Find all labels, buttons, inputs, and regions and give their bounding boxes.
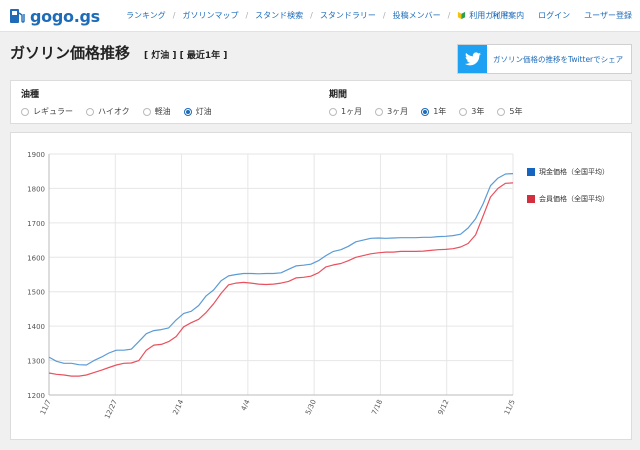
main-nav: ランキング / ガソリンマップ / スタンド検索 / スタンドラリー / 投稿メ…	[126, 10, 509, 21]
page-subtitle: [ 灯油 ] [ 最近1年 ]	[144, 51, 228, 61]
period-group: 期間 1ヶ月 3ヶ月 1年 3年 5年	[329, 87, 535, 117]
beginner-mark-icon	[458, 11, 466, 20]
period-option[interactable]: 5年	[497, 106, 522, 117]
period-option-label: 5年	[509, 107, 523, 116]
x-tick-label: 5/30	[304, 398, 318, 416]
period-radio[interactable]	[459, 107, 468, 116]
y-tick-label: 1900	[27, 151, 45, 159]
nav-separator: /	[172, 11, 176, 20]
fuel-type-option[interactable]: 灯油	[183, 106, 212, 117]
nav-members[interactable]: 投稿メンバー	[393, 10, 441, 21]
legend-member-swatch	[527, 195, 535, 203]
y-tick-label: 1800	[27, 185, 45, 193]
fuel-type-option[interactable]: レギュラー	[21, 106, 73, 117]
nav-separator: /	[447, 11, 451, 20]
nav-separator: /	[245, 11, 249, 20]
twitter-share-label: ガソリン価格の推移をTwitterでシェア	[493, 54, 624, 64]
period-radio[interactable]	[497, 107, 506, 116]
period-option[interactable]: 1年	[421, 106, 446, 117]
account-links: 利用案内 ログイン ユーザー登録	[492, 10, 632, 21]
fuel-type-option[interactable]: 軽油	[142, 106, 171, 117]
fuel-type-radio[interactable]	[142, 107, 151, 116]
y-tick-label: 1700	[27, 220, 45, 228]
x-tick-label: 2/14	[171, 398, 185, 416]
nav-separator: /	[382, 11, 386, 20]
fuel-type-option-label: 灯油	[195, 107, 212, 116]
chart-legend: 現金価格（全国平均） 会員価格（全国平均）	[527, 167, 609, 221]
y-tick-label: 1600	[27, 254, 45, 262]
fuel-type-option[interactable]: ハイオク	[86, 106, 130, 117]
y-tick-label: 1500	[27, 289, 45, 297]
period-option-label: 3年	[471, 107, 485, 116]
legend-cash-swatch	[527, 168, 535, 176]
twitter-share-button[interactable]: ガソリン価格の推移をTwitterでシェア	[457, 44, 632, 74]
nav-ranking[interactable]: ランキング	[126, 10, 166, 21]
period-label: 期間	[329, 90, 348, 100]
nav-gas-map[interactable]: ガソリンマップ	[182, 10, 238, 21]
nav-separator: /	[310, 11, 313, 20]
nav-station-search[interactable]: スタンド検索	[255, 10, 303, 21]
period-option-label: 1ヶ月	[341, 107, 363, 116]
legend-cash[interactable]: 現金価格（全国平均）	[527, 167, 609, 177]
series-line-cash	[48, 173, 514, 366]
x-tick-label: 9/12	[437, 398, 451, 416]
page-title: ガソリン価格推移	[10, 44, 131, 62]
y-tick-label: 1400	[27, 323, 45, 331]
fuel-type-group: 油種 レギュラー ハイオク 軽油 灯油	[21, 87, 225, 117]
period-radio[interactable]	[329, 107, 337, 116]
nav-station-rally[interactable]: スタンドラリー	[320, 10, 376, 21]
fuel-type-radio[interactable]	[86, 107, 94, 116]
period-radio[interactable]	[375, 107, 384, 116]
period-radio[interactable]	[421, 107, 430, 116]
top-bar: gogo.gs ランキング / ガソリンマップ / スタンド検索 / スタンドラ…	[0, 0, 640, 32]
x-tick-label: 4/4	[240, 398, 252, 412]
y-tick-label: 1200	[27, 392, 45, 400]
y-tick-label: 1300	[27, 358, 45, 366]
period-option[interactable]: 1ヶ月	[329, 106, 362, 117]
fuel-type-options: レギュラー ハイオク 軽油 灯油	[21, 106, 225, 117]
fuel-type-label: 油種	[21, 90, 40, 100]
legend-member[interactable]: 会員価格（全国平均）	[527, 194, 609, 204]
fuel-type-option-label: レギュラー	[33, 107, 73, 116]
period-option[interactable]: 3ヶ月	[375, 106, 408, 117]
usage-info-link[interactable]: 利用案内	[492, 10, 524, 21]
fuel-type-radio[interactable]	[21, 107, 29, 116]
gas-pump-icon	[10, 9, 25, 23]
logo[interactable]: gogo.gs	[8, 6, 100, 26]
period-option-label: 3ヶ月	[387, 107, 409, 116]
series-line-member	[48, 182, 514, 377]
x-tick-label: 11/5	[503, 398, 517, 416]
legend-member-label: 会員価格（全国平均）	[539, 195, 609, 203]
twitter-bird-icon	[464, 52, 481, 66]
period-options: 1ヶ月 3ヶ月 1年 3年 5年	[329, 106, 535, 117]
fuel-type-option-label: ハイオク	[98, 107, 130, 116]
chart-panel: 1200 1300 1400 1500 1600 1700 1800 1900 11/7 12/2…	[10, 132, 632, 440]
fuel-type-option-label: 軽油	[154, 107, 171, 116]
fuel-type-radio[interactable]	[183, 107, 192, 116]
legend-cash-label: 現金価格（全国平均）	[539, 168, 609, 176]
x-tick-label: 11/7	[39, 398, 53, 416]
register-link[interactable]: ユーザー登録	[584, 10, 632, 21]
x-tick-label: 7/18	[370, 398, 384, 416]
filter-panel: 油種 レギュラー ハイオク 軽油 灯油 期間 1ヶ月 3ヶ月 1年 3年 5年	[10, 80, 632, 124]
login-link[interactable]: ログイン	[538, 10, 570, 21]
title-row: ガソリン価格推移 [ 灯油 ] [ 最近1年 ]	[10, 42, 227, 63]
period-option[interactable]: 3年	[459, 106, 484, 117]
logo-text: gogo.gs	[30, 6, 100, 26]
x-tick-label: 12/27	[103, 398, 119, 420]
period-option-label: 1年	[433, 107, 447, 116]
twitter-icon-box	[458, 45, 487, 73]
